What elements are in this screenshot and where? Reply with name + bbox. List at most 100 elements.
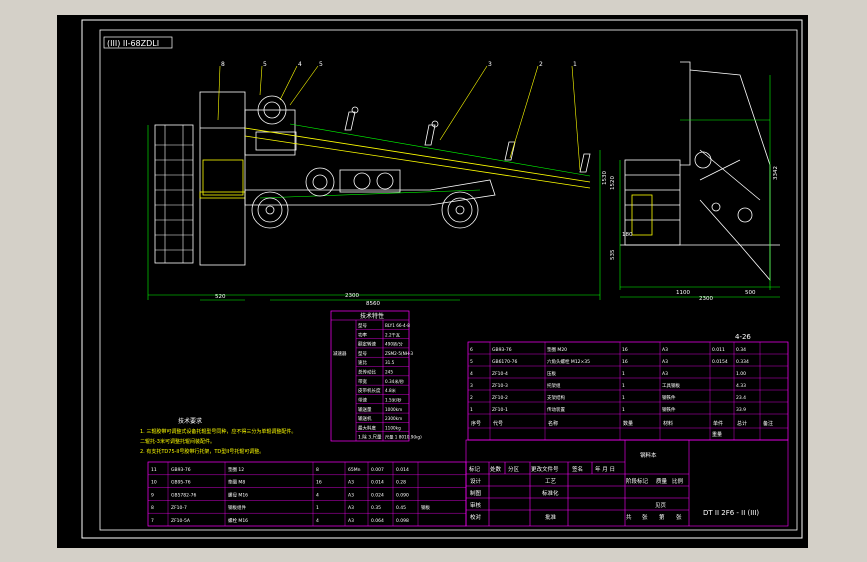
parts-left-cell: 钢板组件 bbox=[228, 504, 246, 511]
parts-right-cell: 6 bbox=[470, 347, 473, 353]
parts-left-cell: 8 bbox=[151, 505, 154, 511]
parts-left-cell: GB5782-76 bbox=[171, 492, 197, 498]
callout-3: 3 bbox=[488, 61, 492, 68]
material: 钢料本 bbox=[640, 451, 657, 459]
tb-mass: 质量 bbox=[656, 477, 668, 485]
parts-right-cell: ZF10-3 bbox=[492, 383, 508, 389]
parts-right-cell: 16 bbox=[622, 359, 628, 365]
sheet-number: 4-26 bbox=[735, 333, 751, 341]
parts-left-cell: GB93-76 bbox=[171, 467, 191, 473]
parts-left-cell: 垫圈 M8 bbox=[228, 479, 245, 486]
parts-right-subheader: 重量 bbox=[712, 431, 722, 438]
end-dim-535: 535 bbox=[610, 249, 616, 260]
tech-note-1: 1. 三辊胶带可调整式设备托辊型号同种，应不得三分为单辊调整配件。 bbox=[140, 428, 296, 435]
parts-right-cell: 工具钢板 bbox=[662, 382, 680, 389]
tech-row-group: 减速器 bbox=[333, 350, 347, 357]
tech-row-label: 最大料度 bbox=[358, 424, 376, 431]
tech-row-label: 总传动比 bbox=[358, 369, 376, 376]
callout-4: 4 bbox=[298, 61, 302, 68]
parts-left-cell: 螺母 M16 bbox=[228, 491, 248, 498]
parts-right-cell: ZF10-2 bbox=[492, 395, 508, 401]
parts-left-cell: 8 bbox=[316, 467, 319, 473]
end-dim-180: 180 bbox=[622, 232, 633, 238]
parts-left-cell: 0.064 bbox=[371, 518, 384, 524]
tech-row-value: 1000km bbox=[385, 407, 402, 412]
tech-row-value: 1.5米/秒 bbox=[385, 396, 401, 403]
parts-right-cell: 33.9 bbox=[736, 407, 746, 413]
parts-right-cell: 0.34 bbox=[736, 347, 746, 353]
parts-right-cell: 3 bbox=[470, 383, 473, 389]
parts-right-cell: 1.00 bbox=[736, 371, 746, 377]
parts-left-cell: 0.007 bbox=[371, 467, 384, 473]
parts-right-cell: 1 bbox=[622, 395, 625, 401]
parts-right-cell: 2 bbox=[470, 395, 473, 401]
parts-right-cell: 1 bbox=[622, 371, 625, 377]
parts-right-cell: 六角头螺栓 M12×35 bbox=[547, 358, 590, 365]
tb-total: 共 bbox=[626, 513, 632, 521]
tech-note-3: 2. 有支托TD75-II号胶带行托架，TD型II号托辊可调整。 bbox=[140, 448, 264, 455]
tb-approve: 批准 bbox=[545, 513, 557, 521]
parts-left-cell: 0.090 bbox=[396, 492, 409, 498]
parts-right-cell: 压板 bbox=[547, 370, 556, 377]
parts-left-cell: A3 bbox=[348, 505, 354, 511]
tb-drafting: 制图 bbox=[470, 489, 482, 497]
parts-left-cell: 7 bbox=[151, 518, 154, 524]
tb-stage: 阶段标记 bbox=[626, 477, 649, 485]
parts-right-cell: 4 bbox=[470, 371, 473, 377]
dim-2300: 2300 bbox=[345, 293, 359, 299]
parts-right-cell: 16 bbox=[622, 347, 628, 353]
parts-right-cell: 1 bbox=[622, 407, 625, 413]
tb-sheets-a: 张 bbox=[642, 513, 648, 521]
end-dim-2300: 2300 bbox=[699, 296, 713, 302]
tb-check: 校对 bbox=[470, 513, 482, 521]
callout-5a: 5 bbox=[263, 61, 267, 68]
parts-right-cell: GB93-76 bbox=[492, 347, 512, 353]
callout-2: 2 bbox=[539, 61, 543, 68]
parts-right-cell: A3 bbox=[662, 347, 668, 353]
parts-right-cell: 0.011 bbox=[712, 347, 725, 353]
parts-left-cell: GB95-76 bbox=[171, 480, 191, 486]
tech-row-label: 功率 bbox=[358, 331, 367, 338]
tb-signature: 签名 bbox=[572, 465, 583, 473]
parts-left-cell: A3 bbox=[348, 492, 354, 498]
callout-5b: 5 bbox=[319, 61, 323, 68]
drawing-number: DT II 2F6 - II (III) bbox=[703, 509, 759, 517]
tech-row-label: 皮带机长度 bbox=[358, 387, 381, 394]
parts-right-cell: 传动装置 bbox=[547, 406, 565, 413]
parts-left-cell: A3 bbox=[348, 518, 354, 524]
tech-row-value: 尺量 1 8010.9(kg) bbox=[385, 434, 422, 441]
tech-note-2: 二辊托-3米可调整托辊间装配件。 bbox=[140, 438, 215, 445]
end-dim-1520: 1520 bbox=[610, 176, 616, 190]
tech-row-label: 输送机 bbox=[358, 415, 372, 422]
tech-notes-title: 技术要求 bbox=[178, 417, 202, 425]
tech-row-label: 型号 bbox=[358, 350, 367, 357]
tb-change-doc: 更改文件号 bbox=[531, 465, 559, 473]
parts-right-cell: 钢铁件 bbox=[662, 394, 676, 401]
parts-left-cell: 4 bbox=[316, 518, 319, 524]
tb-standard: 标准化 bbox=[542, 489, 559, 497]
parts-right-cell: 0.0154 bbox=[712, 359, 728, 365]
tech-row-value: 245 bbox=[385, 370, 393, 375]
parts-right-cell: ZF10-1 bbox=[492, 407, 508, 413]
tech-row-value: BLY1 66-4-8 bbox=[385, 323, 410, 328]
tech-row-label: 带宽 bbox=[358, 378, 367, 385]
parts-left-cell: 9 bbox=[151, 492, 154, 498]
parts-left-cell: 10 bbox=[151, 480, 157, 486]
tech-row-value: 0.34米/秒 bbox=[385, 378, 404, 385]
parts-left-cell: 65Mn bbox=[348, 467, 361, 473]
parts-right-header: 数量 bbox=[623, 420, 633, 427]
tech-row-value: 2.2千瓦 bbox=[385, 331, 400, 338]
parts-right-header: 序号 bbox=[471, 420, 481, 427]
tb-count: 处数 bbox=[490, 465, 502, 473]
tb-sheets-b: 张 bbox=[676, 513, 682, 521]
tb-mark: 标记 bbox=[469, 465, 481, 473]
parts-right-cell: 支架结构 bbox=[547, 394, 565, 401]
parts-left-cell: 4 bbox=[316, 492, 319, 498]
parts-right-cell: 托架组 bbox=[547, 382, 561, 389]
parts-right-cell: GB6170-76 bbox=[492, 359, 518, 365]
parts-right-header: 材料 bbox=[663, 420, 673, 427]
view-title: (III) II-68ZDLI bbox=[107, 39, 159, 48]
parts-left-cell: A3 bbox=[348, 480, 354, 486]
tb-zone: 分区 bbox=[508, 465, 520, 473]
tb-date: 年 月 日 bbox=[595, 465, 615, 473]
